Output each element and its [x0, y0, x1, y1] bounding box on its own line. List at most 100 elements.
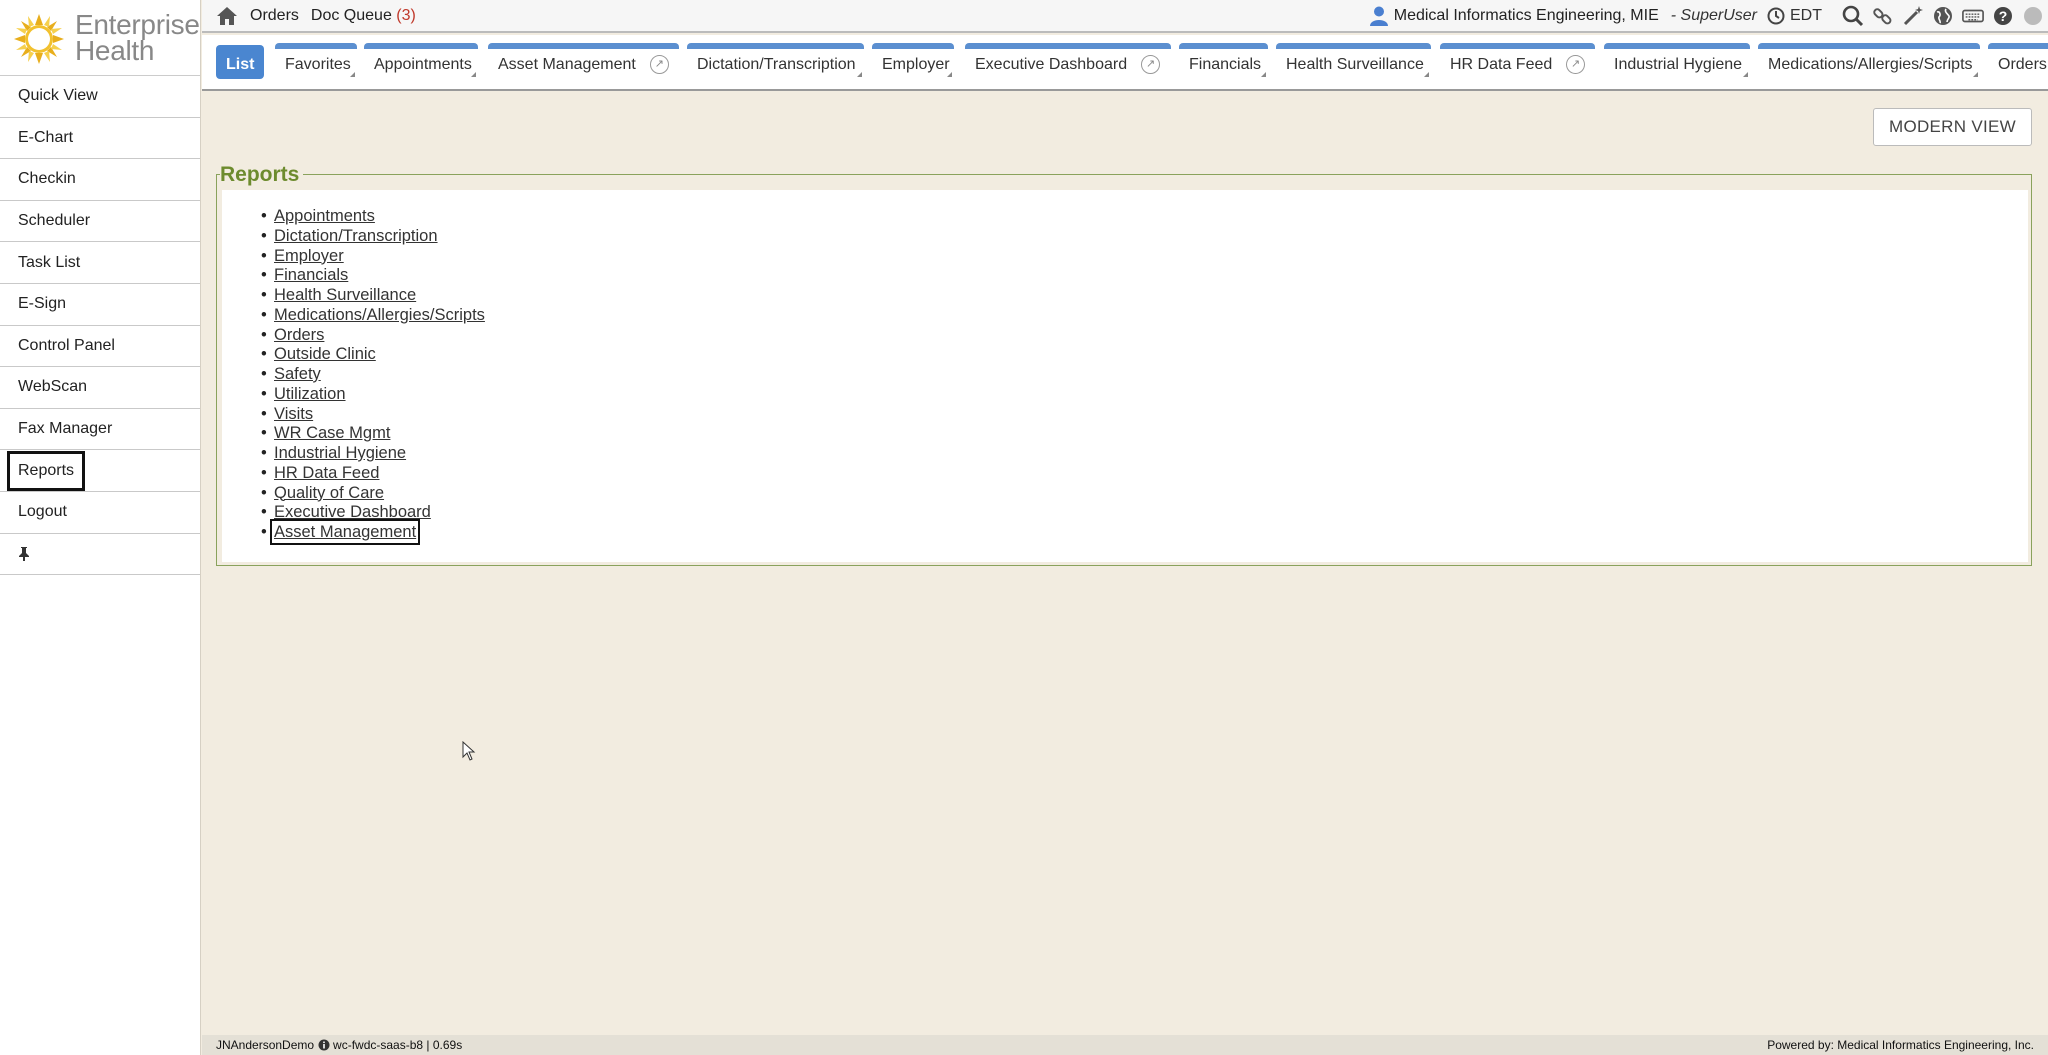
sun-logo-icon — [14, 14, 64, 64]
clock-icon — [1767, 7, 1785, 24]
keyboard-icon[interactable] — [1962, 5, 1984, 27]
reports-title: Reports — [220, 163, 304, 187]
sidebar-item-quick-view[interactable]: Quick View — [0, 76, 200, 118]
sidebar-item-reports[interactable]: Reports — [0, 450, 200, 492]
report-link-health-surveillance[interactable]: Health Surveillance — [274, 286, 416, 304]
link-icon[interactable] — [1872, 5, 1894, 27]
list-item: Financials — [261, 266, 485, 286]
list-item: Quality of Care — [261, 484, 485, 504]
tab-label: Dictation/Transcription — [697, 55, 856, 73]
report-link-medications-allergies-scripts[interactable]: Medications/Allergies/Scripts — [274, 306, 485, 324]
search-icon[interactable] — [1842, 5, 1864, 27]
tab-financials[interactable]: Financials — [1179, 43, 1268, 80]
list-item: Utilization — [261, 385, 485, 405]
report-link-visits[interactable]: Visits — [274, 405, 313, 423]
help-icon[interactable]: ? — [1992, 5, 2014, 27]
list-item: Employer — [261, 247, 485, 267]
external-link-icon[interactable]: ↗ — [1141, 55, 1161, 74]
sidebar-item-label: Checkin — [18, 170, 76, 188]
orders-link[interactable]: Orders — [250, 7, 299, 25]
sidebar-item-task-list[interactable]: Task List — [0, 242, 200, 284]
list-item: Industrial Hygiene — [261, 444, 485, 464]
sidebar-item-label: Fax Manager — [18, 420, 113, 438]
sidebar-item-logout[interactable]: Logout — [0, 492, 200, 534]
sidebar-item-fax-manager[interactable]: Fax Manager — [0, 409, 200, 451]
tab-orders[interactable]: Orders — [1988, 43, 2048, 80]
report-link-utilization[interactable]: Utilization — [274, 385, 346, 403]
sidebar-item-label: Task List — [18, 253, 81, 271]
top-bar: Orders Doc Queue (3) Medical Informatics… — [202, 0, 2048, 33]
report-link-safety[interactable]: Safety — [274, 365, 321, 383]
sidebar-item-label: Reports — [6, 450, 86, 491]
report-link-asset-management[interactable]: Asset Management — [269, 519, 421, 545]
sidebar-item-label: Control Panel — [18, 336, 115, 354]
reports-panel — [222, 190, 2028, 562]
tab-executive-dashboard[interactable]: Executive Dashboard ↗ — [965, 43, 1171, 80]
tab-menu-corner-icon — [947, 72, 952, 77]
home-icon[interactable] — [216, 6, 238, 26]
list-item: Medications/Allergies/Scripts — [261, 306, 485, 326]
status-indicator-icon[interactable] — [2022, 5, 2044, 27]
report-link-orders[interactable]: Orders — [274, 326, 324, 344]
logo[interactable]: Enterprise Health — [0, 0, 200, 76]
list-item: Safety — [261, 365, 485, 385]
footer-server: wc-fwdc-saas-b8 | 0.69s — [333, 1038, 463, 1052]
tab-bar: List Favorites Appointments Asset Manage… — [202, 35, 2048, 91]
tab-asset-management[interactable]: Asset Management ↗ — [488, 43, 679, 80]
timezone[interactable]: EDT — [1790, 7, 1822, 25]
mouse-cursor-icon — [462, 741, 476, 761]
external-link-icon[interactable]: ↗ — [1566, 55, 1585, 74]
report-link-wr-case-mgmt[interactable]: WR Case Mgmt — [274, 424, 390, 442]
sidebar-item-label: Logout — [18, 503, 67, 521]
tab-industrial-hygiene[interactable]: Industrial Hygiene — [1604, 43, 1750, 80]
list-item: Appointments — [261, 207, 485, 227]
report-link-hr-data-feed[interactable]: HR Data Feed — [274, 464, 379, 482]
report-link-executive-dashboard[interactable]: Executive Dashboard — [274, 503, 431, 521]
user-icon — [1369, 6, 1388, 26]
sidebar-item-webscan[interactable]: WebScan — [0, 367, 200, 409]
report-link-quality-of-care[interactable]: Quality of Care — [274, 484, 384, 502]
report-link-employer[interactable]: Employer — [274, 247, 344, 265]
user-name[interactable]: Medical Informatics Engineering, MIE — [1394, 7, 1659, 25]
footer-user: JNAndersonDemo — [216, 1038, 315, 1052]
tab-label: Appointments — [374, 55, 472, 73]
sidebar-pin[interactable] — [0, 534, 200, 576]
tab-employer[interactable]: Employer — [872, 43, 954, 80]
user-role: - SuperUser — [1670, 6, 1757, 24]
sidebar-item-e-chart[interactable]: E-Chart — [0, 118, 200, 160]
tab-medications-allergies-scripts[interactable]: Medications/Allergies/Scripts — [1758, 43, 1980, 80]
external-link-icon[interactable]: ↗ — [649, 55, 669, 74]
info-icon[interactable] — [318, 1039, 330, 1051]
tab-label: Asset Management — [498, 55, 636, 73]
report-link-dictation-transcription[interactable]: Dictation/Transcription — [274, 227, 438, 245]
report-link-financials[interactable]: Financials — [274, 266, 348, 284]
tab-favorites[interactable]: Favorites — [275, 43, 357, 80]
tab-health-surveillance[interactable]: Health Surveillance — [1276, 43, 1431, 80]
sidebar-item-scheduler[interactable]: Scheduler — [0, 201, 200, 243]
list-item: HR Data Feed — [261, 464, 485, 484]
sidebar-item-checkin[interactable]: Checkin — [0, 159, 200, 201]
tab-label: Industrial Hygiene — [1614, 55, 1743, 73]
report-link-outside-clinic[interactable]: Outside Clinic — [274, 345, 376, 363]
doc-queue-link[interactable]: Doc Queue (3) — [311, 7, 416, 25]
tab-hr-data-feed[interactable]: HR Data Feed ↗ — [1440, 43, 1595, 80]
tab-menu-corner-icon — [1424, 72, 1429, 77]
magic-wand-icon[interactable] — [1902, 5, 1924, 27]
tab-menu-corner-icon — [1743, 72, 1748, 77]
sidebar-item-e-sign[interactable]: E-Sign — [0, 284, 200, 326]
sidebar-item-control-panel[interactable]: Control Panel — [0, 326, 200, 368]
report-link-appointments[interactable]: Appointments — [274, 207, 375, 225]
list-item: Executive Dashboard — [261, 503, 485, 523]
tab-menu-corner-icon — [471, 72, 476, 77]
list-item: Health Surveillance — [261, 286, 485, 306]
tab-label: HR Data Feed — [1450, 55, 1553, 73]
tab-appointments[interactable]: Appointments — [364, 43, 478, 80]
tab-list[interactable]: List — [216, 45, 265, 79]
modern-view-button[interactable]: MODERN VIEW — [1873, 108, 2032, 146]
tab-label: Favorites — [285, 55, 351, 73]
list-item: Dictation/Transcription — [261, 227, 485, 247]
pin-icon — [19, 546, 29, 561]
report-link-industrial-hygiene[interactable]: Industrial Hygiene — [274, 444, 406, 462]
tab-dictation-transcription[interactable]: Dictation/Transcription — [687, 43, 864, 80]
globe-icon[interactable] — [1932, 5, 1954, 27]
